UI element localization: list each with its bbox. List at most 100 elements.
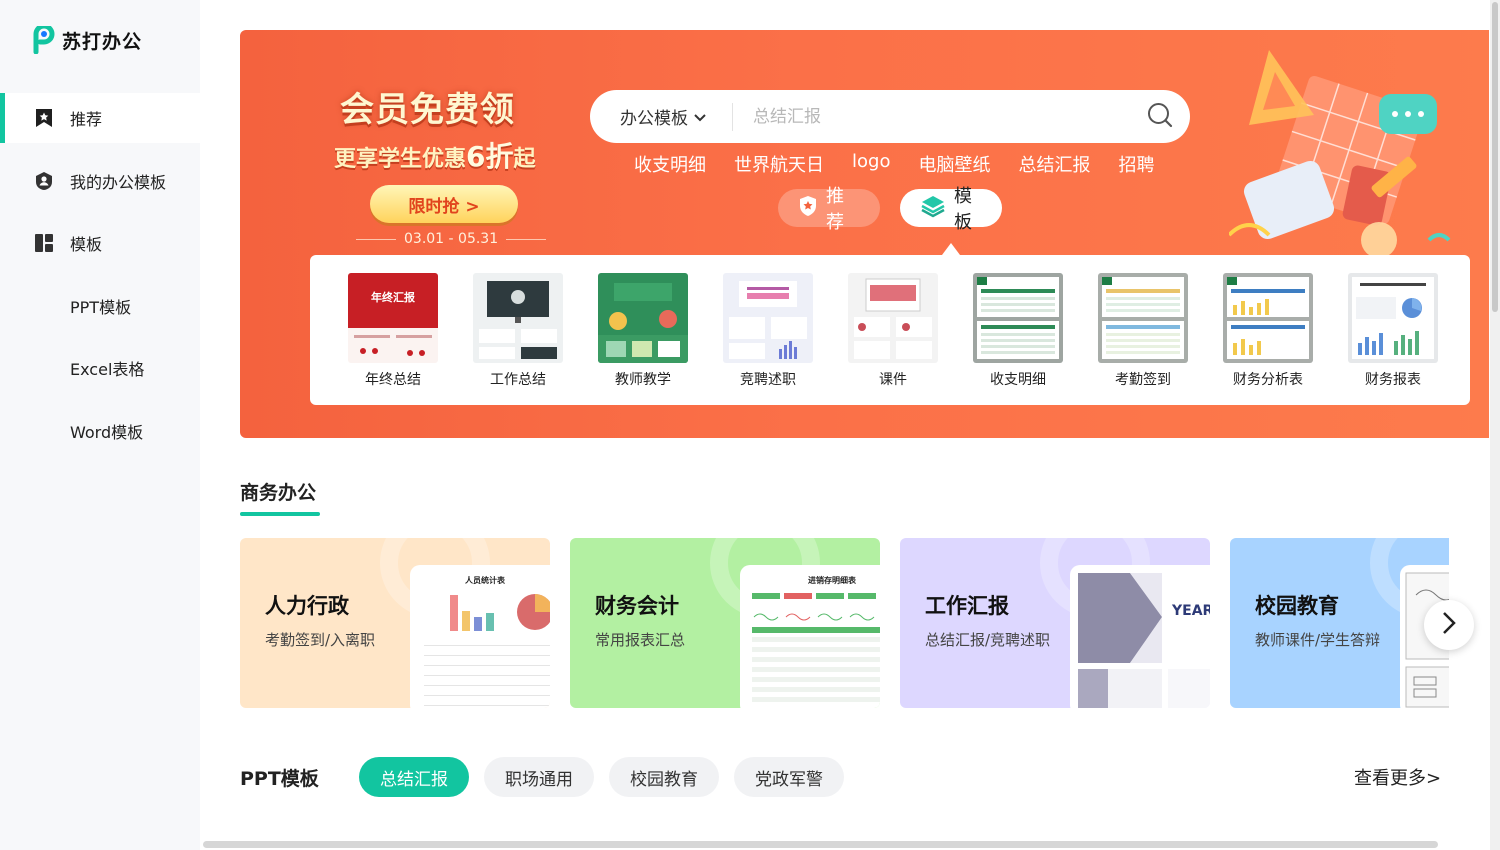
card-title: 校园教育 <box>1255 594 1339 618</box>
hot-word[interactable]: 收支明细 <box>634 151 706 177</box>
hot-word[interactable]: 电脑壁纸 <box>918 151 990 177</box>
card-title: 财务会计 <box>595 594 679 618</box>
search-button[interactable] <box>1130 102 1190 132</box>
card-subtitle: 考勤签到/入离职 <box>265 631 376 649</box>
sidebar-item-templates[interactable]: 模板 <box>0 218 200 268</box>
category-thumbnail <box>848 273 938 363</box>
promo-grab-button[interactable]: 限时抢 > <box>370 185 518 223</box>
sidebar-item-recommend[interactable]: 推荐 <box>0 93 200 143</box>
business-card-report[interactable]: 工作汇报 总结汇报/竞聘述职 YEAR-RE <box>900 538 1210 708</box>
category-item[interactable]: 收支明细 <box>973 273 1063 405</box>
card-preview: 人员统计表 <box>410 565 550 708</box>
tab-recommend-label: 推荐 <box>826 186 844 233</box>
view-more-link[interactable]: 查看更多> <box>1354 764 1441 790</box>
business-card-hr[interactable]: 人力行政 考勤签到/入离职 人员统计表 <box>240 538 550 708</box>
sidebar-item-word[interactable]: Word模板 <box>0 406 200 456</box>
sidebar-item-label: PPT模板 <box>70 297 132 317</box>
business-card-education[interactable]: 校园教育 教师课件/学生答辩 <box>1230 538 1449 708</box>
preview-title: 进销存明细表 <box>808 575 857 585</box>
hot-word[interactable]: 总结汇报 <box>1018 151 1090 177</box>
promo-sub-prefix: 更享学生优惠 <box>334 147 467 172</box>
tab-summary-report[interactable]: 总结汇报 <box>359 757 469 797</box>
search-category-select[interactable]: 办公模板 <box>590 104 732 129</box>
search-icon <box>1147 102 1173 132</box>
preview-title: YEAR-RE <box>1171 603 1210 619</box>
tab-recommend[interactable]: 推荐 <box>778 186 880 233</box>
sidebar-item-label: Excel表格 <box>70 360 145 379</box>
tab-template[interactable]: 模板 <box>900 186 1002 233</box>
membership-promo[interactable]: 会员免费领 更享学生优惠6折起 限时抢 > 03.01 - 05.31 <box>334 82 560 247</box>
promo-title: 会员免费领 <box>340 90 515 130</box>
vertical-scrollbar[interactable] <box>1490 0 1500 850</box>
card-preview: 进销存明细表 <box>740 565 880 708</box>
preview-title: 人员统计表 <box>465 575 506 585</box>
category-item[interactable]: 考勤签到 <box>1098 273 1188 405</box>
category-item[interactable]: 财务分析表 <box>1223 273 1313 405</box>
category-label: 考勤签到 <box>1115 372 1171 388</box>
category-label: 财务分析表 <box>1233 372 1303 388</box>
category-item[interactable]: 教师教学 <box>598 273 688 405</box>
category-panel: 年终汇报 年终总结 工作总结 教师教学 竞聘述职 课件 收支明细 考勤签到 财务… <box>310 255 1470 405</box>
tab-template-label: 模板 <box>954 186 972 233</box>
sidebar-item-label: 模板 <box>70 235 103 254</box>
category-item[interactable]: 竞聘述职 <box>723 273 813 405</box>
promo-sub-suffix: 起 <box>513 147 536 172</box>
sidebar-item-my-templates[interactable]: 我的办公模板 <box>0 156 200 206</box>
sidebar: 苏打办公 推荐 我的办公模板 模板 PPT模板 Excel表格 Word模板 <box>0 0 200 850</box>
category-thumbnail <box>1098 273 1188 363</box>
sidebar-item-label: 推荐 <box>70 110 103 129</box>
tab-workplace[interactable]: 职场通用 <box>484 757 594 797</box>
logo-text: 苏打办公 <box>62 30 143 53</box>
sidebar-nav: 推荐 我的办公模板 模板 PPT模板 Excel表格 Word模板 <box>0 93 200 468</box>
thumb-title: 年终汇报 <box>371 290 416 304</box>
hot-word[interactable]: 世界航天日 <box>734 151 824 177</box>
category-item[interactable]: 课件 <box>848 273 938 405</box>
user-shield-icon <box>34 171 54 191</box>
chevron-right-icon <box>1442 611 1456 639</box>
category-item[interactable]: 工作总结 <box>473 273 563 405</box>
card-subtitle: 常用报表汇总 <box>595 631 686 649</box>
tab-campus[interactable]: 校园教育 <box>609 757 719 797</box>
scrollbar-thumb[interactable] <box>1492 2 1498 312</box>
sidebar-item-label: 我的办公模板 <box>70 172 167 192</box>
business-card-finance[interactable]: 财务会计 常用报表汇总 进销存明细表 <box>570 538 880 708</box>
panel-pointer <box>942 243 960 255</box>
promo-subtitle: 更享学生优惠6折起 <box>334 135 560 175</box>
sidebar-item-label: Word模板 <box>70 422 144 442</box>
hot-word[interactable]: logo <box>852 151 890 177</box>
logo[interactable]: 苏打办公 <box>32 23 143 55</box>
sidebar-item-excel[interactable]: Excel表格 <box>0 343 200 393</box>
section-title-underline <box>240 512 320 516</box>
category-label: 教师教学 <box>615 372 671 388</box>
divider <box>506 238 547 240</box>
banner-switch: 推荐 模板 <box>778 186 1002 233</box>
horizontal-scrollbar[interactable] <box>203 841 1438 848</box>
category-thumbnail <box>973 273 1063 363</box>
promo-date-text: 03.01 - 05.31 <box>404 231 499 247</box>
promo-date: 03.01 - 05.31 <box>356 231 560 247</box>
search-input[interactable] <box>733 106 1130 127</box>
category-thumbnail <box>723 273 813 363</box>
section-title-business: 商务办公 <box>240 482 317 504</box>
category-item[interactable]: 年终汇报 年终总结 <box>348 273 438 405</box>
category-label: 年终总结 <box>365 372 421 388</box>
card-subtitle: 总结汇报/竞聘述职 <box>925 631 1051 649</box>
category-label: 收支明细 <box>990 372 1046 388</box>
tab-party-gov[interactable]: 党政军警 <box>734 757 844 797</box>
carousel-next-button[interactable] <box>1424 600 1474 650</box>
category-thumbnail <box>1223 273 1313 363</box>
layers-icon <box>920 194 946 223</box>
divider <box>356 238 396 240</box>
star-bookmark-icon <box>34 108 54 128</box>
sidebar-item-ppt[interactable]: PPT模板 <box>0 281 200 331</box>
business-card-row: 人力行政 考勤签到/入离职 人员统计表 财务会计 常用报表汇总 进销存明细表 工… <box>240 538 1449 708</box>
category-label: 竞聘述职 <box>740 372 796 388</box>
ppt-filter-tabs: 总结汇报 职场通用 校园教育 党政军警 <box>359 757 844 797</box>
category-thumbnail <box>598 273 688 363</box>
stationery-illustration <box>1229 50 1451 258</box>
section-title-ppt: PPT模板 <box>240 768 319 790</box>
category-thumbnail <box>1348 273 1438 363</box>
hot-word[interactable]: 招聘 <box>1118 151 1154 177</box>
category-item[interactable]: 财务报表 <box>1348 273 1438 405</box>
card-title: 人力行政 <box>265 594 349 618</box>
